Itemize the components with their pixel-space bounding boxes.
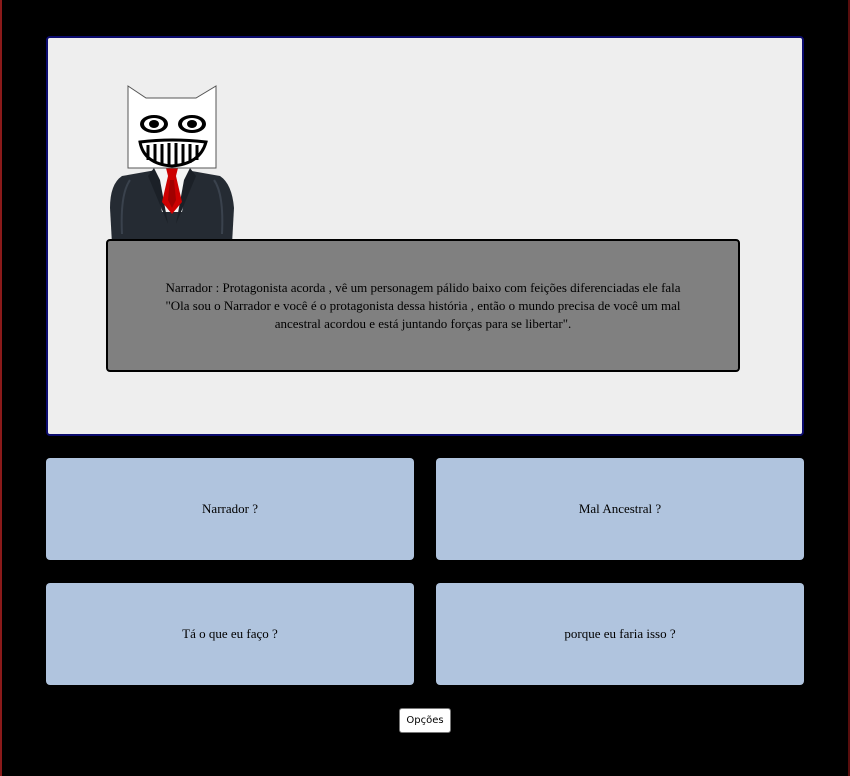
choice-button-o-que-faco[interactable]: Tá o que eu faço ? — [46, 583, 414, 685]
dialogue-text: Narrador : Protagonista acorda , vê um p… — [165, 279, 681, 331]
options-button[interactable]: Opções — [399, 708, 451, 733]
choice-button-narrador[interactable]: Narrador ? — [46, 458, 414, 560]
window-edge-left — [0, 0, 2, 776]
narrator-character — [110, 85, 234, 244]
narrator-tie — [166, 168, 178, 176]
scene-panel: Narrador : Protagonista acorda , vê um p… — [46, 36, 804, 436]
choice-button-mal-ancestral[interactable]: Mal Ancestral ? — [436, 458, 804, 560]
dialogue-box: Narrador : Protagonista acorda , vê um p… — [106, 239, 740, 372]
choice-button-porque[interactable]: porque eu faria isso ? — [436, 583, 804, 685]
